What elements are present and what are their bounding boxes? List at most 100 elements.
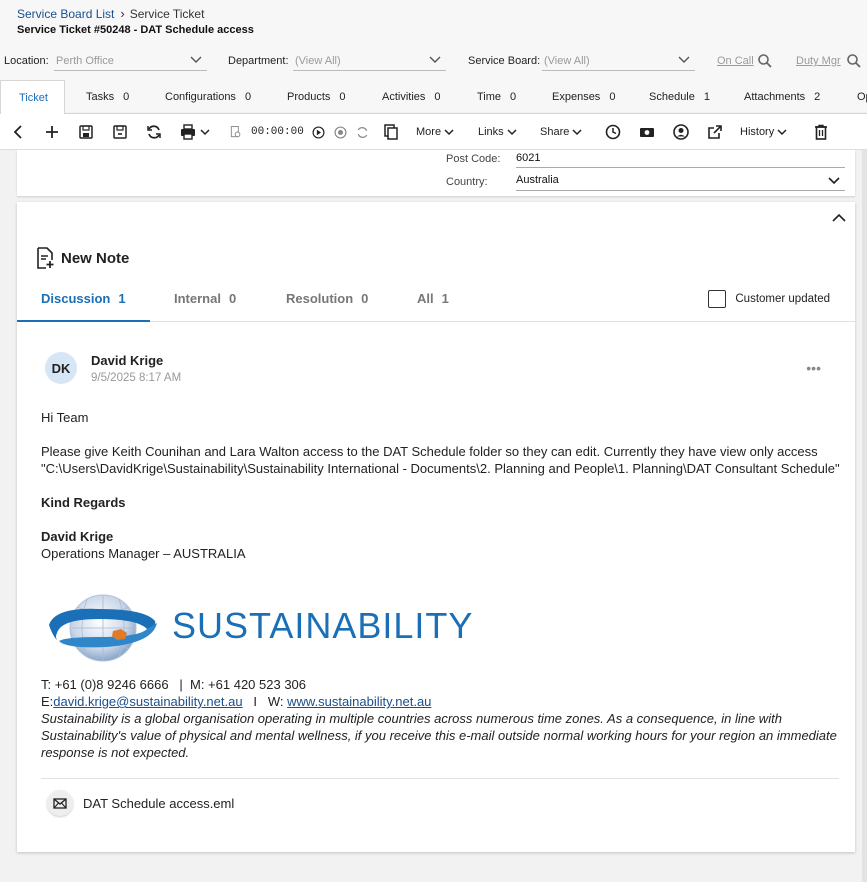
save-icon [79,125,93,139]
ticket-toolbar: 00:00:00 More Links Share History [0,114,867,150]
tab-label: Products [287,91,331,103]
reset-icon [357,126,368,138]
on-call-link[interactable]: On Call [717,55,754,67]
more-label: More [416,126,442,138]
breadcrumb-service-board-list[interactable]: Service Board List [17,7,114,21]
chevron-down-icon [572,129,582,136]
history-label: History [740,126,775,138]
copy-button[interactable] [382,123,400,141]
timer-reset-button[interactable] [355,123,370,141]
tab-configurations[interactable]: Configurations 0 [165,80,251,114]
tab-opportunities[interactable]: Op [857,80,867,114]
tab-count: 2 [814,91,821,103]
open-external-button[interactable] [706,123,724,141]
customer-updated-toggle[interactable]: Customer updated [708,290,830,308]
printer-icon [181,124,195,140]
clock-button[interactable] [604,123,622,141]
location-label: Location: [4,55,49,67]
website-link[interactable]: www.sustainability.net.au [287,694,431,709]
save-and-close-button[interactable] [111,123,129,141]
email-link[interactable]: david.krige@sustainability.net.au [53,694,242,709]
tab-count: 0 [434,91,441,103]
tab-ticket[interactable]: Ticket [0,80,65,115]
new-note-icon [37,247,54,269]
save-button[interactable] [77,123,95,141]
search-icon[interactable] [757,53,773,69]
chevron-down-icon [828,177,840,185]
share-label: Share [540,126,570,138]
tab-activities[interactable]: Activities 0 [382,80,441,114]
copy-icon [384,124,398,140]
web-prefix: I W: [242,694,288,709]
tab-label: Attachments [744,91,806,103]
service-board-select[interactable]: (View All) [542,52,695,71]
department-select[interactable]: (View All) [293,52,446,71]
tab-count: 0 [510,91,517,103]
tab-label: Schedule [649,91,695,103]
location-value: Perth Office [56,55,114,67]
timer-play-button[interactable] [311,123,326,141]
tab-resolution[interactable]: Resolution 0 [286,284,368,322]
tab-count: 0 [609,91,616,103]
refresh-button[interactable] [145,123,163,141]
attachment-item[interactable]: DAT Schedule access.eml [47,790,234,816]
tab-schedule[interactable]: Schedule 1 [649,80,710,114]
divider [41,778,839,779]
postcode-label: Post Code: [446,153,501,165]
print-button[interactable] [179,123,211,141]
tab-products[interactable]: Products 0 [287,80,346,114]
chevron-down-icon [200,129,210,136]
tab-count: 1 [441,291,449,306]
timer-control[interactable]: 00:00:00 [229,123,304,141]
avatar: DK [45,352,77,384]
external-link-icon [708,125,722,139]
history-menu-button[interactable]: History [740,123,788,141]
add-button[interactable] [43,123,61,141]
links-menu-button[interactable]: Links [478,123,518,141]
back-button[interactable] [10,123,28,141]
attachment-name: DAT Schedule access.eml [83,795,235,811]
timer-stop-button[interactable] [333,123,348,141]
note-message: Please give Keith Counihan and Lara Walt… [41,444,840,476]
tab-count: 1 [703,91,710,103]
more-menu-button[interactable]: More [416,123,455,141]
tab-all[interactable]: All 1 [417,284,449,322]
country-value: Australia [516,174,559,186]
links-label: Links [478,126,504,138]
chevron-down-icon [429,56,441,63]
breadcrumb: Service Board List › Service Ticket [17,6,204,21]
tab-attachments[interactable]: Attachments 2 [744,80,820,114]
ticket-content: Post Code: 6021 Country: Australia New N… [0,150,867,882]
breadcrumb-current: Service Ticket [129,6,205,21]
search-icon[interactable] [846,53,862,69]
location-select[interactable]: Perth Office [54,52,207,71]
email-disclaimer: Sustainability is a global organisation … [41,711,837,760]
tab-expenses[interactable]: Expenses 0 [552,80,615,114]
tab-count: 0 [244,91,252,103]
department-label: Department: [228,55,289,67]
tab-count: 0 [361,291,369,306]
scrollbar[interactable] [862,150,867,882]
contact-button[interactable] [672,123,690,141]
tab-label: Expenses [552,91,601,103]
tab-time[interactable]: Time 0 [477,80,516,114]
plus-icon [46,126,58,138]
tab-label: Internal [174,291,221,306]
chevron-down-icon [678,56,690,63]
postcode-field[interactable]: 6021 [516,152,845,168]
tab-tasks[interactable]: Tasks 0 [86,80,129,114]
customer-updated-checkbox[interactable] [708,290,727,308]
new-note-button[interactable]: New Note [35,247,129,269]
more-options-icon[interactable]: ••• [806,360,821,376]
tab-label: Time [477,91,502,103]
tab-internal[interactable]: Internal 0 [174,284,236,322]
country-select[interactable]: Australia [516,174,845,191]
expense-button[interactable] [638,123,656,141]
tab-count: 1 [118,291,126,306]
chevron-up-icon[interactable] [831,210,847,226]
delete-button[interactable] [812,123,830,141]
tab-discussion[interactable]: Discussion 1 [17,284,150,322]
duty-mgr-link[interactable]: Duty Mgr [796,55,841,67]
timer-display: 00:00:00 [251,126,304,138]
share-menu-button[interactable]: Share [540,123,583,141]
